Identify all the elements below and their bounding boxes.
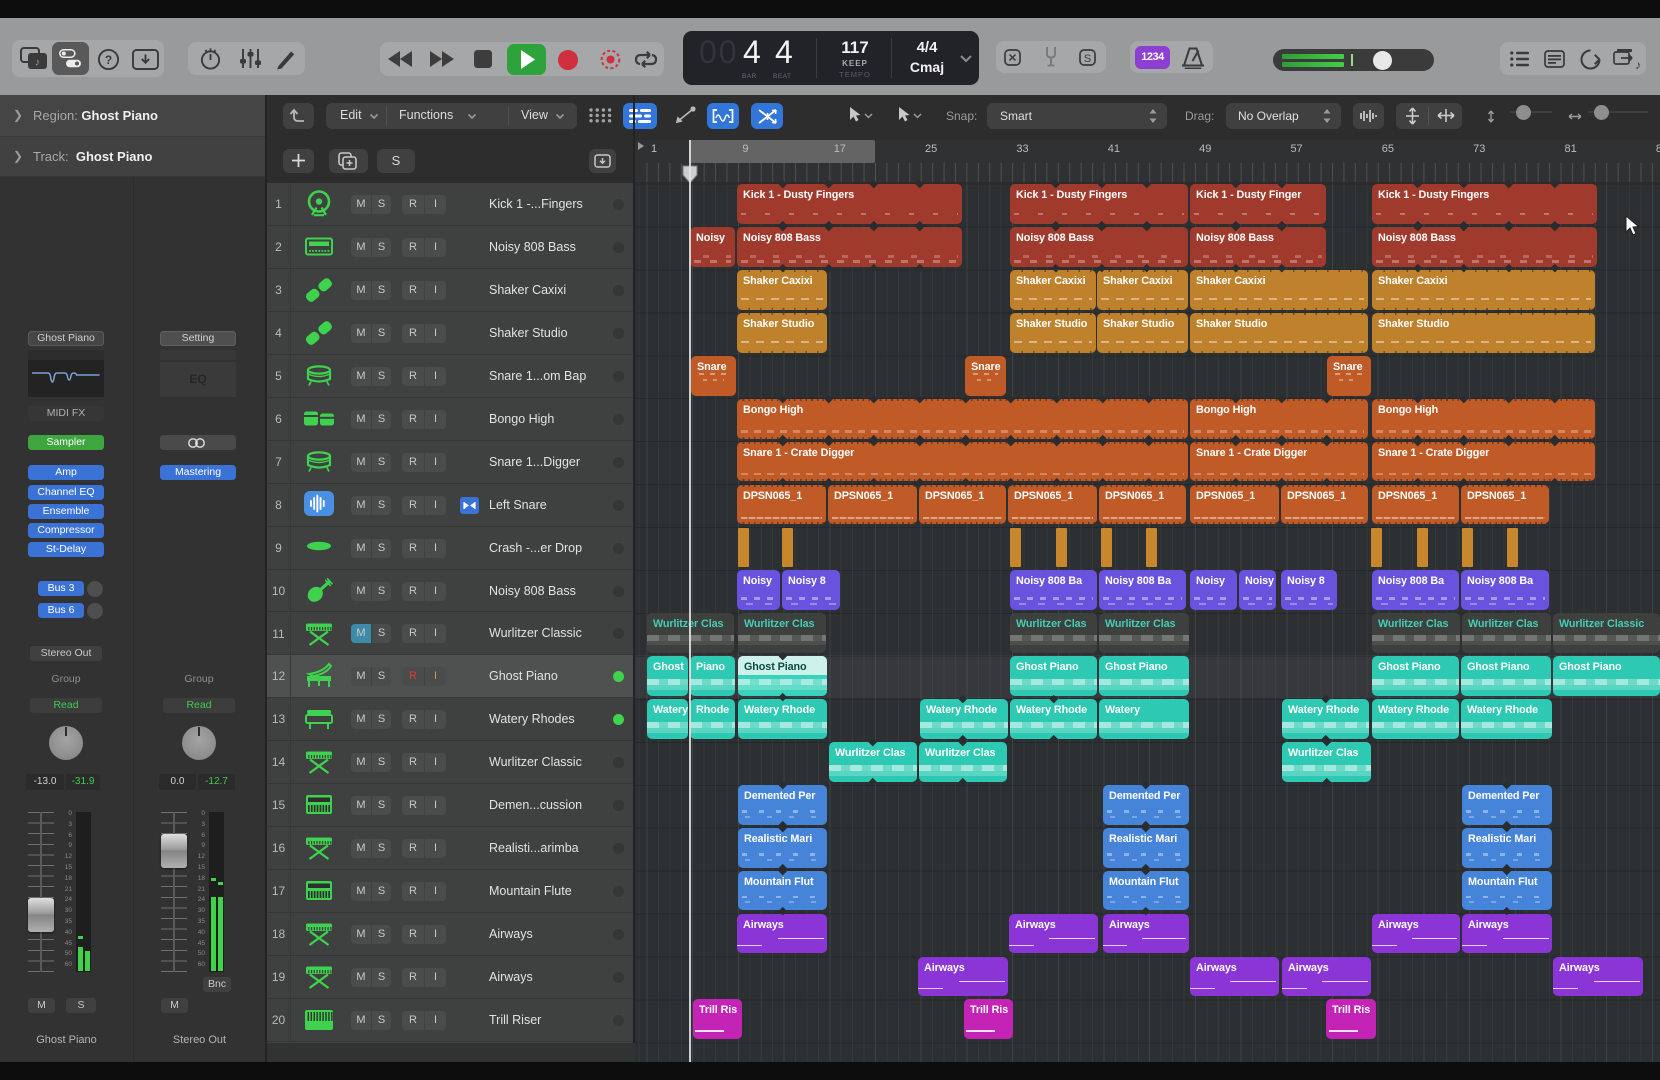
svg-text:S: S (1084, 53, 1091, 65)
svg-text:♪: ♪ (35, 57, 41, 69)
svg-text:♪: ♪ (1635, 58, 1641, 71)
svg-text:?: ? (105, 53, 112, 67)
